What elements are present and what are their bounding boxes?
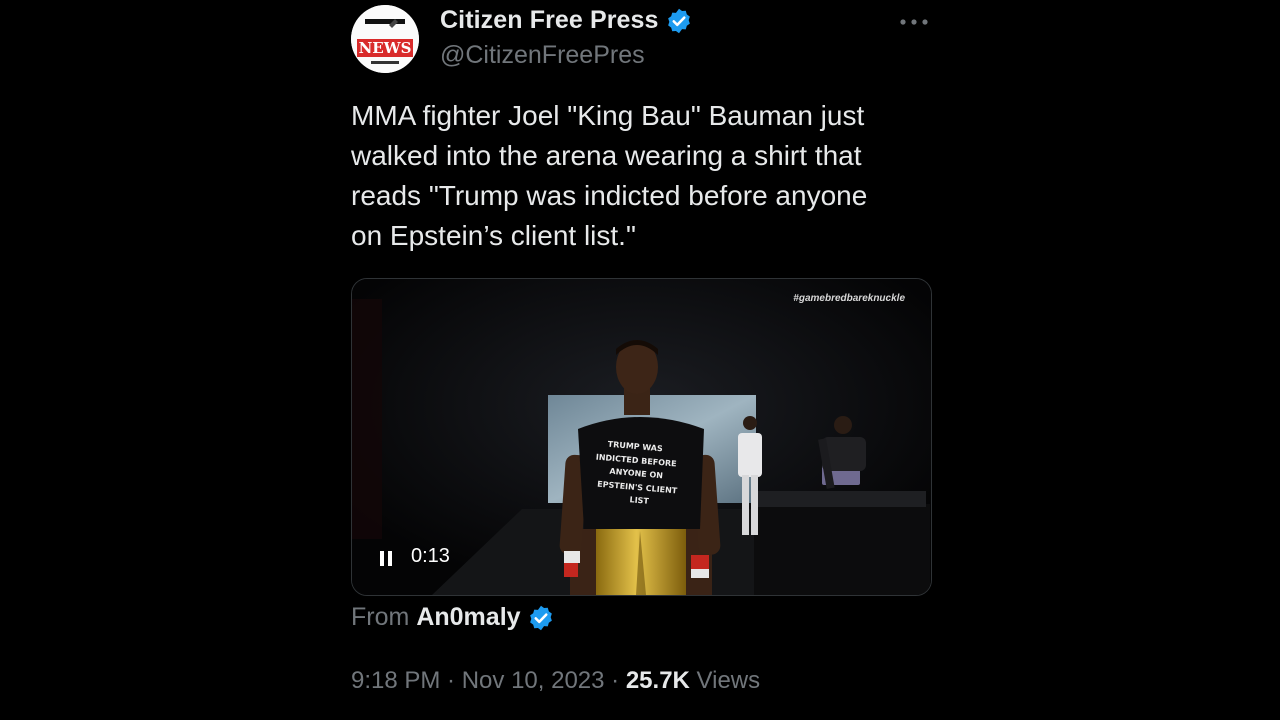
- author-avatar[interactable]: NEWS: [351, 5, 419, 73]
- tweet-text: MMA fighter Joel "King Bau" Bauman just …: [351, 100, 868, 251]
- more-options-button[interactable]: [896, 8, 932, 36]
- pause-button[interactable]: [380, 547, 398, 569]
- video-hashtag-overlay: #gamebredbareknuckle: [793, 293, 905, 304]
- pause-icon: [380, 550, 384, 566]
- views-label-gap: [690, 667, 697, 695]
- verified-badge-icon: [665, 7, 693, 35]
- tweet: NEWS Citizen Free Press @CitizenFreePres…: [350, 0, 932, 720]
- meta-separator-2: ·: [604, 667, 626, 694]
- author-display-name[interactable]: Citizen Free Press: [440, 6, 659, 35]
- author-name-row: Citizen Free Press: [440, 6, 693, 35]
- more-options-icon: [900, 19, 928, 25]
- pause-icon-bar: [388, 550, 392, 566]
- tweet-date[interactable]: Nov 10, 2023: [462, 667, 605, 695]
- tweet-metadata: 9:18 PM · Nov 10, 2023 · 25.7K Views: [351, 667, 760, 695]
- avatar-logo-text: NEWS: [359, 39, 412, 57]
- views-label: Views: [696, 667, 761, 694]
- video-timestamp: 0:13: [411, 545, 450, 567]
- avatar-logo-image: NEWS: [351, 5, 419, 73]
- source-verified-badge-icon: [527, 604, 555, 632]
- source-prefix: From: [351, 603, 410, 631]
- author-handle[interactable]: @CitizenFreePres: [440, 41, 645, 70]
- shirt-text-line-5: LIST: [629, 495, 650, 506]
- source-account-link[interactable]: An0maly: [416, 603, 520, 632]
- tweet-video[interactable]: TRUMP WAS INDICTED BEFORE ANYONE ON EPST…: [351, 278, 932, 596]
- views-count: 25.7K: [625, 667, 690, 694]
- meta-separator: ·: [440, 667, 462, 694]
- tweet-time[interactable]: 9:18 PM: [351, 667, 440, 695]
- video-source-attribution: From An0maly: [351, 603, 555, 632]
